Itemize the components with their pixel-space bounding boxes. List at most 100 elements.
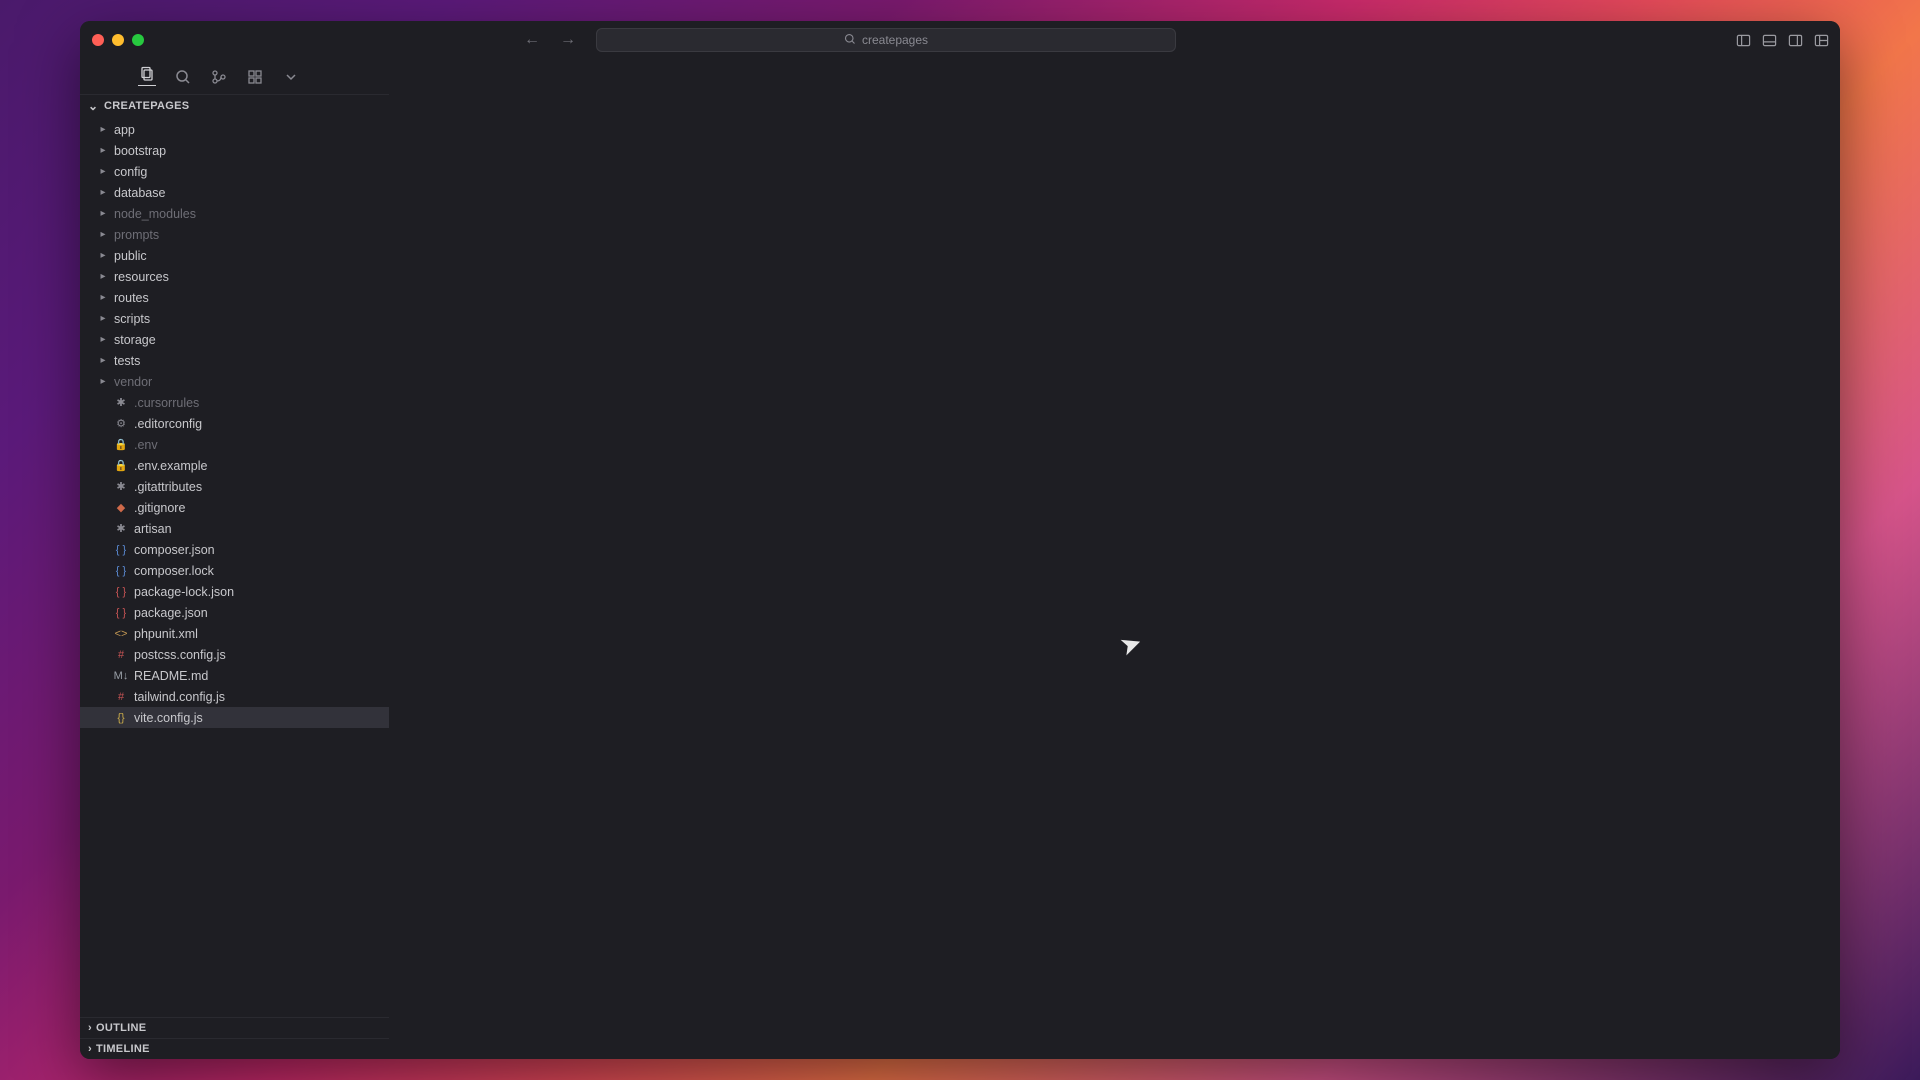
folder-row[interactable]: ▸vendor bbox=[80, 371, 389, 392]
search-icon bbox=[844, 33, 856, 48]
folder-row[interactable]: ▸config bbox=[80, 161, 389, 182]
explorer-view-icon[interactable] bbox=[138, 68, 156, 86]
file-row[interactable]: ▸🔒.env bbox=[80, 434, 389, 455]
file-row[interactable]: ▸#postcss.config.js bbox=[80, 644, 389, 665]
tree-item-label: composer.lock bbox=[134, 564, 214, 578]
chevron-right-icon: › bbox=[88, 1043, 92, 1055]
tree-item-label: public bbox=[114, 249, 147, 263]
file-row[interactable]: ▸M↓README.md bbox=[80, 665, 389, 686]
file-icon: ⚙ bbox=[114, 417, 128, 431]
file-row[interactable]: ▸#tailwind.config.js bbox=[80, 686, 389, 707]
file-icon: ✱ bbox=[114, 522, 128, 536]
chevron-right-icon: ▸ bbox=[98, 124, 108, 135]
toggle-secondary-sidebar-button[interactable] bbox=[1786, 31, 1804, 49]
body-area: ⌄ CREATEPAGES ▸app▸bootstrap▸config▸data… bbox=[80, 59, 1840, 1059]
source-control-view-icon[interactable] bbox=[210, 68, 228, 86]
more-views-chevron-icon[interactable] bbox=[282, 68, 300, 86]
file-icon: M↓ bbox=[114, 669, 128, 683]
app-window: ← → createpages bbox=[80, 21, 1840, 1059]
folder-row[interactable]: ▸node_modules bbox=[80, 203, 389, 224]
chevron-right-icon: ▸ bbox=[98, 292, 108, 303]
file-icon: ◆ bbox=[114, 501, 128, 515]
close-window-button[interactable] bbox=[92, 34, 104, 46]
file-row[interactable]: ▸{ }package.json bbox=[80, 602, 389, 623]
toggle-panel-button[interactable] bbox=[1760, 31, 1778, 49]
file-row[interactable]: ▸✱.cursorrules bbox=[80, 392, 389, 413]
chevron-right-icon: ▸ bbox=[98, 187, 108, 198]
folder-row[interactable]: ▸ resources bbox=[80, 266, 389, 287]
minimize-window-button[interactable] bbox=[112, 34, 124, 46]
file-icon: ✱ bbox=[114, 396, 128, 410]
chevron-right-icon: ▸ bbox=[98, 271, 108, 282]
chevron-right-icon: ▸ bbox=[98, 250, 108, 261]
file-row[interactable]: ▸<>phpunit.xml bbox=[80, 623, 389, 644]
toggle-primary-sidebar-button[interactable] bbox=[1734, 31, 1752, 49]
folder-row[interactable]: ▸routes bbox=[80, 287, 389, 308]
extensions-view-icon[interactable] bbox=[246, 68, 264, 86]
file-row[interactable]: ▸◆.gitignore bbox=[80, 497, 389, 518]
tree-item-label: package.json bbox=[134, 606, 208, 620]
search-view-icon[interactable] bbox=[174, 68, 192, 86]
chevron-right-icon: ▸ bbox=[98, 229, 108, 240]
file-icon: { } bbox=[114, 606, 128, 620]
outline-section-header[interactable]: › OUTLINE bbox=[80, 1017, 389, 1038]
file-icon: 🔒 bbox=[114, 438, 128, 452]
folder-row[interactable]: ▸prompts bbox=[80, 224, 389, 245]
chevron-down-icon: ⌄ bbox=[88, 99, 100, 113]
tree-item-label: package-lock.json bbox=[134, 585, 234, 599]
customize-layout-button[interactable] bbox=[1812, 31, 1830, 49]
titlebar-actions bbox=[1734, 31, 1830, 49]
folder-row[interactable]: ▸tests bbox=[80, 350, 389, 371]
file-icon: 🔒 bbox=[114, 459, 128, 473]
chevron-right-icon: ▸ bbox=[98, 145, 108, 156]
tree-item-label: node_modules bbox=[114, 207, 196, 221]
timeline-label: TIMELINE bbox=[96, 1043, 150, 1055]
file-row[interactable]: ▸✱artisan bbox=[80, 518, 389, 539]
file-icon: # bbox=[114, 648, 128, 662]
file-row[interactable]: ▸⚙.editorconfig bbox=[80, 413, 389, 434]
tree-item-label: resources bbox=[114, 270, 169, 284]
folder-row[interactable]: ▸app bbox=[80, 119, 389, 140]
nav-back-button[interactable]: ← bbox=[524, 32, 540, 48]
traffic-lights bbox=[92, 34, 144, 46]
project-name-label: CREATEPAGES bbox=[104, 100, 189, 112]
folder-row[interactable]: ▸ public bbox=[80, 245, 389, 266]
maximize-window-button[interactable] bbox=[132, 34, 144, 46]
timeline-section-header[interactable]: › TIMELINE bbox=[80, 1038, 389, 1059]
file-row[interactable]: ▸✱.gitattributes bbox=[80, 476, 389, 497]
nav-forward-button[interactable]: → bbox=[560, 32, 576, 48]
file-icon: { } bbox=[114, 564, 128, 578]
tree-item-label: postcss.config.js bbox=[134, 648, 226, 662]
file-row[interactable]: ▸{}vite.config.js bbox=[80, 707, 389, 728]
tree-item-label: .env bbox=[134, 438, 158, 452]
mouse-cursor-icon: ➤ bbox=[1115, 626, 1146, 663]
chevron-right-icon: ▸ bbox=[98, 313, 108, 324]
tree-item-label: composer.json bbox=[134, 543, 215, 557]
tree-item-label: .editorconfig bbox=[134, 417, 202, 431]
tree-item-label: phpunit.xml bbox=[134, 627, 198, 641]
tree-item-label: .gitignore bbox=[134, 501, 185, 515]
primary-sidebar: ⌄ CREATEPAGES ▸app▸bootstrap▸config▸data… bbox=[80, 59, 390, 1059]
folder-row[interactable]: ▸ database bbox=[80, 182, 389, 203]
file-row[interactable]: ▸{ }package-lock.json bbox=[80, 581, 389, 602]
file-row[interactable]: ▸🔒.env.example bbox=[80, 455, 389, 476]
folder-row[interactable]: ▸storage bbox=[80, 329, 389, 350]
tree-item-label: database bbox=[114, 186, 165, 200]
tree-item-label: .gitattributes bbox=[134, 480, 202, 494]
tree-item-label: .cursorrules bbox=[134, 396, 199, 410]
file-tree: ▸app▸bootstrap▸config▸database▸node_modu… bbox=[80, 117, 389, 1017]
tree-item-label: artisan bbox=[134, 522, 172, 536]
chevron-right-icon: ▸ bbox=[98, 376, 108, 387]
titlebar: ← → createpages bbox=[80, 21, 1840, 59]
file-icon: <> bbox=[114, 627, 128, 641]
file-row[interactable]: ▸{ }composer.json bbox=[80, 539, 389, 560]
folder-row[interactable]: ▸bootstrap bbox=[80, 140, 389, 161]
file-icon: ✱ bbox=[114, 480, 128, 494]
tree-item-label: config bbox=[114, 165, 147, 179]
command-center-search[interactable]: createpages bbox=[596, 28, 1176, 52]
chevron-right-icon: › bbox=[88, 1022, 92, 1034]
folder-row[interactable]: ▸ scripts bbox=[80, 308, 389, 329]
file-row[interactable]: ▸{ }composer.lock bbox=[80, 560, 389, 581]
tree-item-label: scripts bbox=[114, 312, 150, 326]
explorer-project-header[interactable]: ⌄ CREATEPAGES bbox=[80, 95, 389, 117]
